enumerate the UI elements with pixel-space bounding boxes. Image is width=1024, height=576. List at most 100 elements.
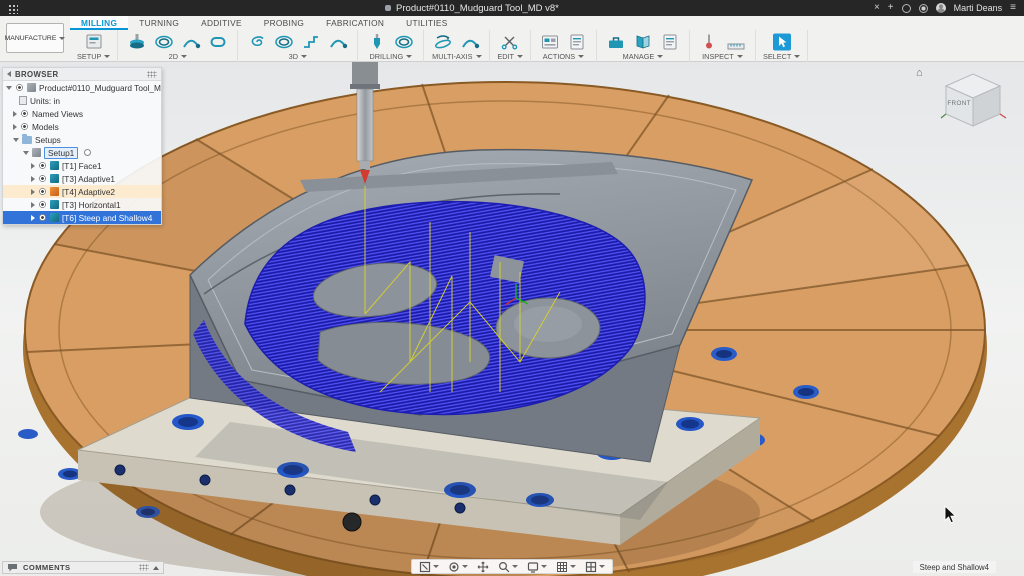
machine-library-icon[interactable] [631,32,655,52]
expand-icon[interactable] [31,215,35,221]
app-grid-icon[interactable] [7,3,18,14]
group-inspect-label[interactable]: INSPECT [702,52,743,61]
expand-icon[interactable] [31,189,35,195]
select-tool-icon[interactable] [770,32,794,52]
tab-turning[interactable]: TURNING [128,16,190,30]
swarf-icon[interactable] [458,32,482,52]
record-icon[interactable] [84,149,91,156]
home-icon[interactable]: ⌂ [916,68,923,79]
fit-view-button[interactable] [419,561,439,573]
tree-item-setup1[interactable]: Setup1 [3,146,161,159]
visibility-eye-icon[interactable] [15,83,24,92]
visibility-eye-icon[interactable] [38,161,47,170]
tree-item-horizontal1[interactable]: [T3] Horizontal1 [3,198,161,211]
view-cube-faces[interactable] [938,68,1008,130]
comments-options-icon[interactable] [139,564,149,571]
navigation-bar [411,559,613,574]
extensions-icon[interactable] [902,4,911,13]
3d-pocket-icon[interactable] [272,32,296,52]
tree-item-units[interactable]: Units: in [3,94,161,107]
expand-icon[interactable] [6,86,12,90]
chevron-down-icon [181,55,187,58]
tool-library-icon[interactable] [604,32,628,52]
templates-icon[interactable] [658,32,682,52]
slot-icon[interactable] [206,32,230,52]
trim-toolpath-icon[interactable] [498,32,522,52]
group-manage-label[interactable]: MANAGE [623,52,664,61]
group-edit-label[interactable]: EDIT [497,52,523,61]
browser-header[interactable]: BROWSER [3,68,161,81]
setup-sheet-icon[interactable] [565,32,589,52]
tab-utilities[interactable]: UTILITIES [395,16,458,30]
group-setup: SETUP [70,30,118,62]
multi-axis-contour-icon[interactable] [431,32,455,52]
expand-icon[interactable] [13,124,17,130]
comments-bar[interactable]: COMMENTS [2,561,164,574]
visibility-eye-icon[interactable] [38,200,47,209]
steep-and-shallow-icon[interactable] [299,32,323,52]
probe-icon[interactable] [697,32,721,52]
notifications-icon[interactable] [919,4,928,13]
zoom-button[interactable] [498,561,518,573]
new-document-icon[interactable]: + [888,3,894,13]
group-actions-label[interactable]: ACTIONS [543,52,584,61]
visibility-eye-icon[interactable] [38,187,47,196]
visibility-eye-icon[interactable] [20,109,29,118]
display-settings-button[interactable] [527,561,547,573]
tree-item-adaptive1[interactable]: [T3] Adaptive1 [3,172,161,185]
visibility-eye-icon[interactable] [38,213,47,222]
panel-options-icon[interactable] [147,71,157,78]
group-3d-label[interactable]: 3D [289,52,307,61]
menu-icon[interactable]: ≡ [1010,3,1016,13]
group-drilling-label[interactable]: DRILLING [370,52,413,61]
tab-probing[interactable]: PROBING [253,16,315,30]
parallel-icon[interactable] [326,32,350,52]
expand-icon[interactable] [13,111,17,117]
group-multi-axis-label[interactable]: MULTI-AXIS [432,52,481,61]
tree-item-adaptive2[interactable]: [T4] Adaptive2 [3,185,161,198]
tree-item-root[interactable]: Product#0110_Mudguard Tool_MD... [3,81,161,94]
expand-icon[interactable] [31,202,35,208]
tree-item-steep-and-shallow4[interactable]: [T6] Steep and Shallow4 [3,211,161,224]
grid-settings-button[interactable] [556,561,576,573]
pan-button[interactable] [477,561,489,573]
tab-fabrication[interactable]: FABRICATION [315,16,395,30]
measure-icon[interactable] [724,32,748,52]
group-2d-label[interactable]: 2D [169,52,187,61]
expand-icon[interactable] [13,138,19,142]
clamp-knob [343,513,361,531]
view-cube[interactable]: ⌂ FRONT [916,68,1012,134]
adaptive-clearing-icon[interactable] [245,32,269,52]
expand-up-icon[interactable] [153,566,159,570]
tree-item-face1[interactable]: [T1] Face1 [3,159,161,172]
expand-icon[interactable] [23,151,29,155]
workspace-selector[interactable]: MANUFACTURE [6,23,64,53]
group-select-label[interactable]: SELECT [763,52,800,61]
orbit-button[interactable] [448,561,468,573]
2d-pocket-icon[interactable] [152,32,176,52]
user-name[interactable]: Marti Deans [954,3,1003,13]
bore-icon[interactable] [392,32,416,52]
2d-contour-icon[interactable] [179,32,203,52]
expand-icon[interactable] [31,176,35,182]
grid-icon [556,561,568,573]
visibility-eye-icon[interactable] [20,122,29,131]
tab-additive[interactable]: ADDITIVE [190,16,253,30]
view-cube-front-label[interactable]: FRONT [947,100,971,107]
close-document-icon[interactable]: × [874,3,880,13]
expand-icon[interactable] [31,163,35,169]
viewports-button[interactable] [585,561,605,573]
tree-item-setups[interactable]: Setups [3,133,161,146]
visibility-eye-icon[interactable] [38,174,47,183]
collapse-panel-icon[interactable] [7,71,11,77]
post-process-icon[interactable] [538,32,562,52]
tree-item-named-views[interactable]: Named Views [3,107,161,120]
avatar[interactable] [936,3,946,13]
face-icon[interactable] [125,32,149,52]
tab-milling[interactable]: MILLING [70,16,128,30]
group-setup-label[interactable]: SETUP [77,52,110,61]
new-setup-icon[interactable] [82,32,106,52]
drill-icon[interactable] [365,32,389,52]
chevron-down-icon [476,55,482,58]
tree-item-models[interactable]: Models [3,120,161,133]
